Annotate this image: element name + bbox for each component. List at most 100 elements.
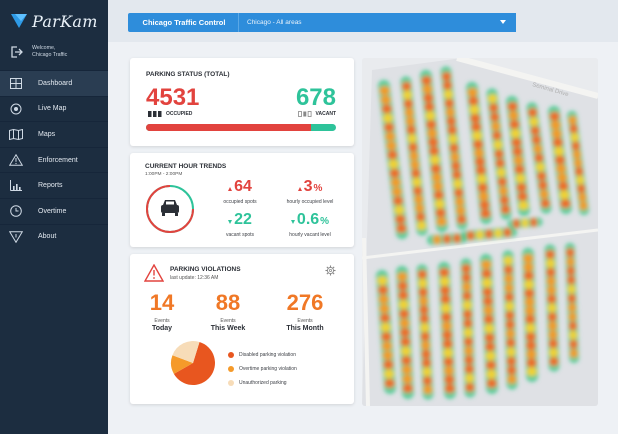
- heatmap-spot: [419, 314, 429, 324]
- heatmap-spot: [482, 278, 493, 288]
- logout-icon[interactable]: [8, 44, 24, 60]
- heatmap-spot: [407, 134, 417, 144]
- heatmap-spot: [444, 384, 455, 394]
- heatmap-spot: [414, 195, 424, 205]
- arrow-up-icon: [297, 187, 302, 191]
- heatmap-spot: [413, 186, 423, 196]
- heatmap-spot: [515, 174, 526, 183]
- heatmap-spot: [405, 116, 415, 126]
- vacant-slots-icon: [297, 111, 312, 117]
- heatmap-spot: [423, 93, 434, 103]
- sidebar-item-enforcement[interactable]: Enforcement: [0, 146, 108, 173]
- heatmap-spot: [378, 285, 388, 295]
- heatmap-spot: [429, 155, 440, 165]
- heatmap-spot: [465, 382, 475, 392]
- heatmap-spot: [566, 248, 575, 258]
- heatmap-spot: [416, 212, 426, 222]
- sidebar-item-live-map[interactable]: Live Map: [0, 95, 108, 122]
- heatmap-spot: [426, 120, 437, 130]
- heatmap-spot: [418, 287, 428, 297]
- heatmap-spot: [401, 355, 412, 365]
- heatmap-spot: [433, 190, 444, 200]
- clock-icon: [5, 205, 27, 218]
- heatmap-spot: [506, 347, 516, 357]
- heatmap-spot: [485, 229, 493, 239]
- heatmap-spot: [434, 199, 445, 209]
- heatmap-spot: [380, 322, 391, 332]
- heatmap-spot: [567, 275, 576, 285]
- heatmap-spot: [381, 332, 392, 342]
- heatmap-spot: [396, 223, 407, 233]
- heatmap-spot: [397, 272, 408, 282]
- app-title-button[interactable]: Chicago Traffic Control: [128, 13, 240, 32]
- sidebar-item-dashboard[interactable]: Dashboard: [0, 70, 108, 96]
- live-map-icon: [5, 103, 27, 115]
- heatmap-spot: [380, 95, 391, 105]
- gear-icon[interactable]: [325, 265, 336, 276]
- heatmap-spot: [505, 310, 515, 320]
- heatmap-spot: [380, 313, 390, 323]
- occupied-spots-label: occupied spots: [223, 199, 257, 205]
- heatmap-spot: [568, 115, 577, 125]
- area-select[interactable]: Chicago - All areas: [238, 13, 516, 32]
- heatmap-spot: [482, 296, 493, 306]
- heatmap-spot: [505, 301, 515, 311]
- heatmap-spot: [432, 181, 443, 191]
- warning-icon: [144, 264, 164, 282]
- heatmap-spot: [441, 321, 452, 331]
- trends-card: CURRENT HOUR TRENDS 1:00PM - 2:00PM 64 o…: [130, 153, 354, 247]
- car-gauge-icon: [146, 185, 194, 233]
- heatmap-spot: [504, 274, 514, 284]
- parking-heatmap[interactable]: Seminal Drive: [362, 58, 598, 406]
- heatmap-spot: [547, 312, 557, 322]
- heatmap-spot: [568, 312, 577, 322]
- card-title: CURRENT HOUR TRENDS: [145, 163, 227, 170]
- sidebar-item-maps[interactable]: Maps: [0, 121, 108, 147]
- sidebar-item-overtime[interactable]: Overtime: [0, 197, 108, 224]
- violations-legend: Disabled parking violation Overtime park…: [228, 348, 297, 390]
- arrow-up-icon: [228, 187, 233, 191]
- top-bar: Chicago Traffic Control Chicago - All ar…: [108, 0, 618, 42]
- area-select-value: Chicago - All areas: [247, 19, 302, 26]
- events-today-period: Today: [151, 325, 173, 332]
- heatmap-spot: [418, 278, 428, 288]
- heatmap-spot: [533, 144, 543, 154]
- heatmap-spot: [524, 280, 534, 289]
- dashboard-icon: [5, 77, 27, 89]
- heatmap-spot: [560, 199, 571, 209]
- events-word: Events: [220, 318, 236, 324]
- sidebar-item-reports[interactable]: Reports: [0, 172, 108, 198]
- heatmap-spot: [526, 349, 537, 359]
- heatmap-spot: [412, 177, 422, 187]
- heatmap-spot: [569, 124, 578, 134]
- heatmap-spot: [483, 305, 494, 315]
- heatmap-spot: [514, 165, 525, 174]
- events-today-value: 14: [149, 290, 175, 315]
- heatmap-spot: [409, 151, 419, 161]
- heatmap-spot: [474, 157, 485, 167]
- heatmap-spot: [545, 258, 555, 268]
- heatmap-spot: [537, 171, 547, 181]
- heatmap-spot: [443, 89, 453, 99]
- legend-label: Overtime parking violation: [239, 366, 297, 372]
- hourly-occupied-stat: 3% hourly occupied level: [280, 178, 340, 205]
- heatmap-spot: [507, 374, 517, 384]
- heatmap-spot: [548, 339, 558, 349]
- heatmap-spot: [395, 214, 406, 224]
- heatmap-spot: [524, 306, 535, 316]
- heatmap-spot: [526, 358, 537, 368]
- sidebar-item-about[interactable]: About: [0, 223, 108, 250]
- occupied-spots-value: 64: [234, 178, 252, 195]
- heatmap-spot: [455, 197, 465, 207]
- heatmap-spot: [406, 125, 416, 135]
- parking-status-card: PARKING STATUS (TOTAL) 4531 678 OCCUPIED…: [130, 58, 354, 146]
- heatmap-spot: [476, 174, 487, 184]
- heatmap-spot: [493, 140, 503, 150]
- heatmap-spot: [486, 369, 497, 379]
- heatmap-spot: [473, 139, 484, 149]
- heatmap-spot: [481, 260, 492, 270]
- heatmap-spot: [547, 303, 557, 313]
- occupied-label: OCCUPIED: [166, 111, 193, 117]
- brand-logo[interactable]: ParKam: [10, 12, 98, 31]
- hourly-vacant-label: hourly vacant level: [289, 232, 331, 238]
